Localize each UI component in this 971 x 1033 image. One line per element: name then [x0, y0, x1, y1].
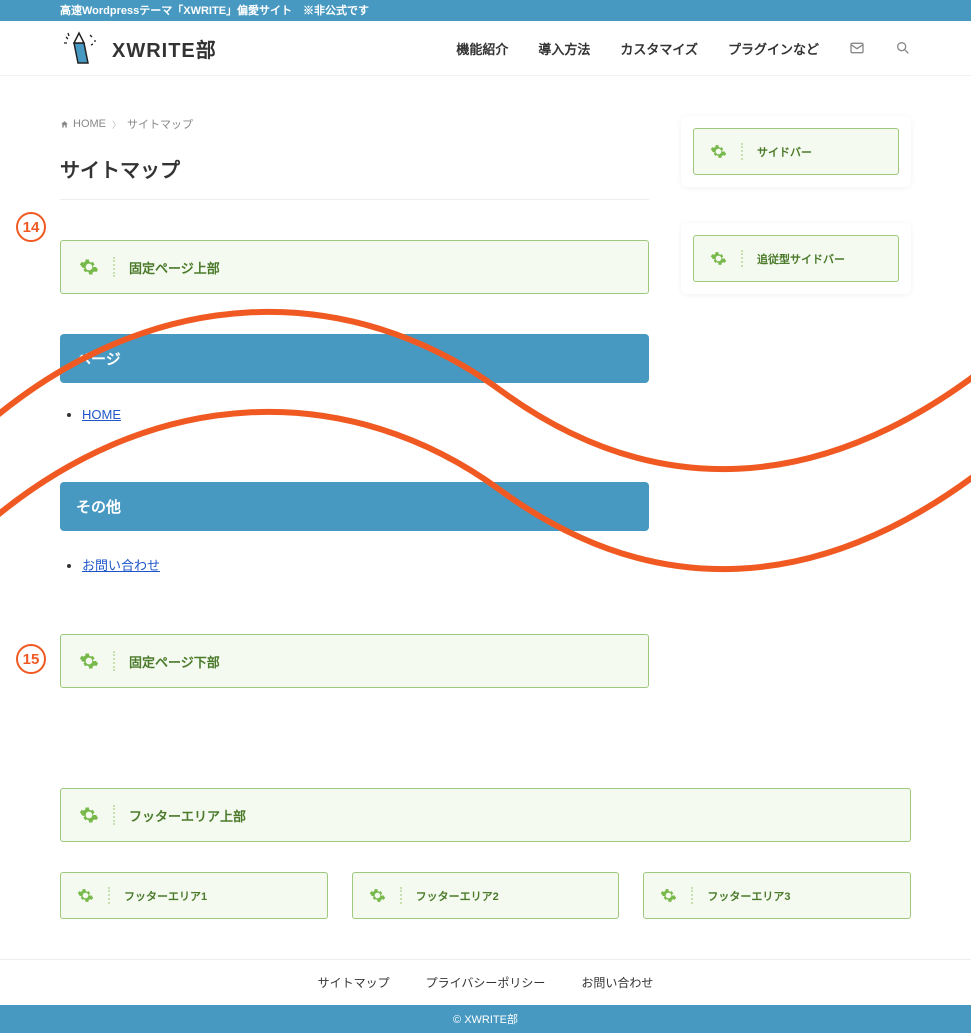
nav-item-customize[interactable]: カスタマイズ [620, 39, 698, 58]
footer-nav-contact[interactable]: お問い合わせ [581, 974, 653, 991]
breadcrumb-home[interactable]: HOME [60, 118, 106, 130]
gear-icon [710, 250, 727, 267]
gear-icon [710, 143, 727, 160]
logo-text: XWRITE部 [112, 34, 217, 63]
list-item: お問い合わせ [82, 555, 649, 574]
chevron-right-icon: 〉 [112, 118, 121, 131]
section-other-heading: その他 [60, 482, 649, 531]
section-pages-heading: ページ [60, 334, 649, 383]
breadcrumb-home-label: HOME [73, 118, 106, 130]
annotation-badge-15: 15 [16, 644, 46, 674]
gear-icon [79, 805, 99, 825]
link-home[interactable]: HOME [82, 407, 121, 422]
footer-nav-privacy[interactable]: プライバシーポリシー [426, 974, 546, 991]
site-logo[interactable]: XWRITE部 [60, 31, 217, 65]
list-item: HOME [82, 407, 649, 422]
main-content: HOME 〉 サイトマップ サイトマップ 固定ページ上部 ページ HOME その… [60, 116, 649, 728]
gear-icon [79, 257, 99, 277]
mail-icon[interactable] [849, 40, 865, 56]
search-icon[interactable] [895, 40, 911, 56]
widget-page-bottom-label: 固定ページ下部 [129, 652, 220, 671]
home-icon [60, 120, 69, 129]
widget-sidebar-label: サイドバー [757, 144, 812, 160]
main-nav: 機能紹介 導入方法 カスタマイズ プラグインなど [456, 39, 911, 58]
footer-nav-sitemap[interactable]: サイトマップ [318, 974, 390, 991]
widget-footer-top: フッターエリア上部 [60, 788, 911, 842]
sidebar-card-sticky: 追従型サイドバー [681, 223, 911, 294]
nav-item-install[interactable]: 導入方法 [538, 39, 590, 58]
nav-item-plugins[interactable]: プラグインなど [728, 39, 819, 58]
topbar-text: 高速Wordpressテーマ「XWRITE」偏愛サイト ※非公式です [60, 5, 369, 17]
footer-nav: サイトマップ プライバシーポリシー お問い合わせ [0, 959, 971, 1005]
gear-icon [77, 887, 94, 904]
widget-page-top: 固定ページ上部 [60, 240, 649, 294]
other-link-list: お問い合わせ [60, 555, 649, 574]
gear-icon [660, 887, 677, 904]
widget-page-bottom: 固定ページ下部 [60, 634, 649, 688]
widget-footer2-label: フッターエリア2 [416, 888, 499, 904]
widget-footer-3: フッターエリア3 [643, 872, 911, 919]
logo-icon [60, 31, 104, 65]
annotation-badge-14: 14 [16, 212, 46, 242]
link-contact[interactable]: お問い合わせ [82, 558, 160, 573]
footer-area: フッターエリア上部 フッターエリア1 フッターエリア2 フッターエリア3 [0, 758, 971, 919]
sidebar-card: サイドバー [681, 116, 911, 187]
copyright-text: © XWRITE部 [453, 1014, 518, 1026]
gear-icon [79, 651, 99, 671]
widget-footer-2: フッターエリア2 [352, 872, 620, 919]
page-title: サイトマップ [60, 154, 649, 200]
copyright: © XWRITE部 [0, 1005, 971, 1033]
widget-sidebar-sticky: 追従型サイドバー [693, 235, 899, 282]
topbar: 高速Wordpressテーマ「XWRITE」偏愛サイト ※非公式です [0, 0, 971, 21]
breadcrumb: HOME 〉 サイトマップ [60, 116, 649, 132]
header: XWRITE部 機能紹介 導入方法 カスタマイズ プラグインなど [0, 21, 971, 76]
widget-sidebar: サイドバー [693, 128, 899, 175]
pages-link-list: HOME [60, 407, 649, 422]
badge-14-label: 14 [23, 219, 40, 236]
nav-item-features[interactable]: 機能紹介 [456, 39, 508, 58]
widget-footer-top-label: フッターエリア上部 [129, 806, 246, 825]
breadcrumb-current: サイトマップ [127, 116, 193, 132]
widget-footer-1: フッターエリア1 [60, 872, 328, 919]
widget-footer1-label: フッターエリア1 [124, 888, 207, 904]
widget-sidebar-sticky-label: 追従型サイドバー [757, 251, 845, 267]
sidebar: サイドバー 追従型サイドバー [681, 116, 911, 728]
gear-icon [369, 887, 386, 904]
badge-15-label: 15 [23, 651, 40, 668]
widget-footer3-label: フッターエリア3 [707, 888, 790, 904]
widget-page-top-label: 固定ページ上部 [129, 258, 220, 277]
